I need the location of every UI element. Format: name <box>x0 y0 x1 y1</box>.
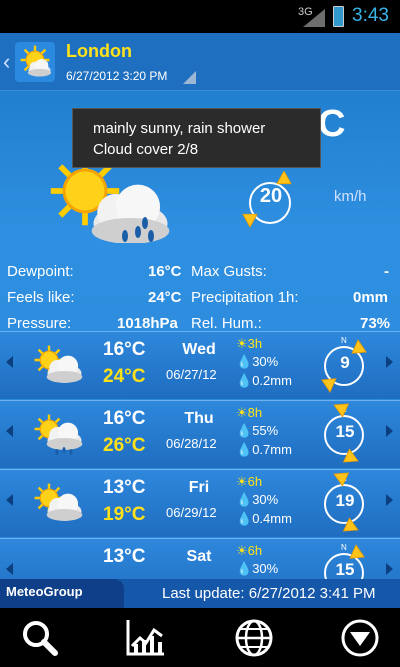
forecast-row-thu[interactable]: 16°C 26°C Thu 06/28/12 ☀8h 💧55% 💧0.7mm N… <box>0 400 400 468</box>
sunshine-hours: ☀8h <box>236 405 263 420</box>
forecast-row-fri[interactable]: 13°C 19°C Fri 06/29/12 ☀6h 💧30% 💧0.4mm N… <box>0 469 400 537</box>
svg-text:N: N <box>341 336 347 345</box>
rain-probability: 💧30% <box>236 561 279 576</box>
chart-icon[interactable] <box>124 616 168 660</box>
current-temperature: C <box>318 103 346 145</box>
sunshine-hours: ☀6h <box>236 474 263 489</box>
dewpoint-value: 16°C <box>148 263 182 280</box>
location-header[interactable]: ‹ London 6/27/2012 3:20 PM <box>0 33 400 91</box>
wind-speed: 19 <box>335 491 355 510</box>
day-of-week: Fri <box>188 479 210 496</box>
gusts-label: Max Gusts: <box>191 263 267 280</box>
humidity-label: Rel. Hum.: <box>191 315 262 332</box>
rain-probability: 💧30% <box>236 354 279 369</box>
corner-indicator-icon <box>183 71 196 84</box>
arrow-right-icon[interactable] <box>386 425 393 437</box>
sunshine-hours: ☀3h <box>236 336 263 351</box>
last-update: Last update: 6/27/2012 3:41 PM <box>162 585 376 602</box>
forecast-row-wed[interactable]: 16°C 24°C Wed 06/27/12 ☀3h 💧30% 💧0.2mm N… <box>0 331 400 399</box>
sun-cloud-icon <box>33 344 83 383</box>
pressure-label: Pressure: <box>7 315 72 332</box>
forecast-date: 06/27/12 <box>166 367 217 382</box>
arrow-right-icon[interactable] <box>386 494 393 506</box>
forecast-date: 06/29/12 <box>166 505 217 520</box>
signal-bars-icon <box>303 9 325 27</box>
precip-label: Precipitation 1h: <box>191 289 299 306</box>
current-wind-speed: 20 <box>259 185 283 207</box>
rain-probability: 💧55% <box>236 423 279 438</box>
wind-speed: 9 <box>340 353 350 372</box>
temp-max: 19°C <box>103 504 146 525</box>
wind-speed: 15 <box>335 560 355 579</box>
status-bar: 3G 3:43 <box>0 0 400 33</box>
arrow-right-icon[interactable] <box>386 563 393 575</box>
day-of-week: Thu <box>184 410 214 427</box>
arrow-left-icon[interactable] <box>6 494 13 506</box>
status-clock: 3:43 <box>352 5 389 26</box>
temp-min: 13°C <box>103 477 146 498</box>
sun-cloud-rain-icon <box>33 413 83 455</box>
forecast-date: 06/28/12 <box>166 436 217 451</box>
arrow-left-icon[interactable] <box>6 356 13 368</box>
bottom-nav <box>0 608 400 667</box>
wind-speed: 15 <box>335 422 355 441</box>
search-icon[interactable] <box>18 616 62 660</box>
sun-cloud-icon <box>15 42 55 82</box>
chevron-left-icon[interactable]: ‹ <box>3 49 10 75</box>
day-of-week: Sat <box>186 548 212 565</box>
feels-label: Feels like: <box>7 289 75 306</box>
rain-amount: 💧0.7mm <box>236 442 292 457</box>
temp-min: 16°C <box>103 408 146 429</box>
arrow-left-icon[interactable] <box>6 425 13 437</box>
tooltip-cloud-cover: Cloud cover 2/8 <box>93 141 199 158</box>
tooltip-condition: mainly sunny, rain shower <box>93 120 266 137</box>
temp-max: 24°C <box>103 366 146 387</box>
weather-tooltip: mainly sunny, rain shower Cloud cover 2/… <box>72 108 321 168</box>
city-name: London <box>66 41 132 61</box>
day-of-week: Wed <box>182 341 216 358</box>
battery-icon <box>333 6 344 27</box>
humidity-value: 73% <box>360 315 391 332</box>
observation-date: 6/27/2012 3:20 PM <box>66 69 168 83</box>
globe-icon[interactable] <box>232 616 276 660</box>
weather-panel: ‹ London 6/27/2012 3:20 PM C 20 km/h mai… <box>0 33 400 608</box>
dewpoint-label: Dewpoint: <box>7 263 74 280</box>
svg-text:N: N <box>341 543 347 552</box>
pressure-value: 1018hPa <box>117 315 178 332</box>
menu-down-icon[interactable] <box>338 616 382 660</box>
temp-min: 16°C <box>103 339 146 360</box>
feels-value: 24°C <box>148 289 182 306</box>
arrow-right-icon[interactable] <box>386 356 393 368</box>
gusts-value: - <box>384 263 389 280</box>
temp-min: 13°C <box>103 546 146 567</box>
arrow-left-icon[interactable] <box>6 563 13 575</box>
sunshine-hours: ☀6h <box>236 543 263 558</box>
wind-unit: km/h <box>334 188 367 205</box>
rain-probability: 💧30% <box>236 492 279 507</box>
brand-logo: MeteoGroup <box>0 579 124 608</box>
precip-value: 0mm <box>353 289 389 306</box>
temp-max: 26°C <box>103 435 146 456</box>
sun-cloud-icon <box>33 482 83 521</box>
rain-amount: 💧0.4mm <box>236 511 292 526</box>
rain-amount: 💧0.2mm <box>236 373 292 388</box>
